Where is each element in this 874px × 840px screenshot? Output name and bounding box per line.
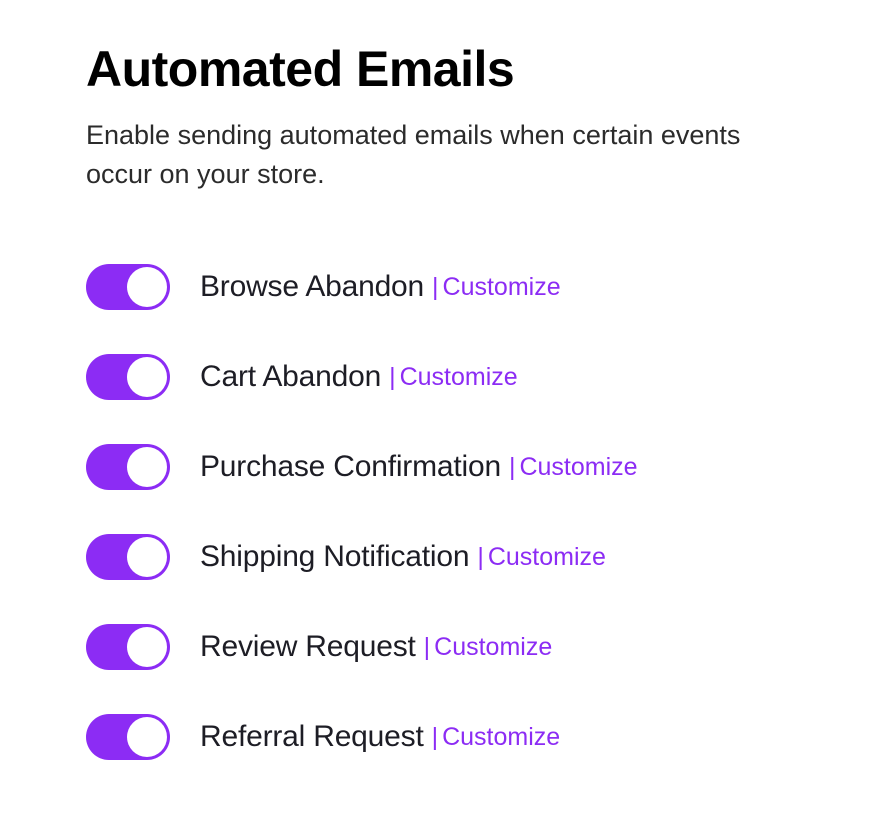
toggle-row-referral-request: Referral Request | Customize: [86, 714, 788, 760]
toggle-knob: [127, 717, 167, 757]
toggle-knob: [127, 447, 167, 487]
toggle-label: Review Request: [200, 630, 416, 664]
toggle-switch[interactable]: [86, 444, 170, 490]
customize-link[interactable]: Customize: [443, 273, 561, 302]
toggle-switch[interactable]: [86, 624, 170, 670]
separator: |: [424, 633, 431, 662]
toggle-label: Cart Abandon: [200, 360, 381, 394]
toggle-switch[interactable]: [86, 354, 170, 400]
separator: |: [389, 363, 396, 392]
toggle-row-browse-abandon: Browse Abandon | Customize: [86, 264, 788, 310]
toggle-knob: [127, 537, 167, 577]
toggle-row-review-request: Review Request | Customize: [86, 624, 788, 670]
toggle-knob: [127, 627, 167, 667]
page-subtitle: Enable sending automated emails when cer…: [86, 116, 788, 194]
toggle-row-shipping-notification: Shipping Notification | Customize: [86, 534, 788, 580]
toggle-label: Shipping Notification: [200, 540, 469, 574]
toggle-switch[interactable]: [86, 534, 170, 580]
toggle-switch[interactable]: [86, 264, 170, 310]
toggle-row-purchase-confirmation: Purchase Confirmation | Customize: [86, 444, 788, 490]
toggle-knob: [127, 357, 167, 397]
automated-emails-list: Browse Abandon | Customize Cart Abandon …: [86, 264, 788, 760]
toggle-switch[interactable]: [86, 714, 170, 760]
customize-link[interactable]: Customize: [400, 363, 518, 392]
customize-link[interactable]: Customize: [488, 543, 606, 572]
customize-link[interactable]: Customize: [519, 453, 637, 482]
customize-link[interactable]: Customize: [442, 723, 560, 752]
toggle-label: Referral Request: [200, 720, 424, 754]
customize-link[interactable]: Customize: [434, 633, 552, 662]
separator: |: [432, 723, 439, 752]
separator: |: [432, 273, 439, 302]
toggle-label: Purchase Confirmation: [200, 450, 501, 484]
separator: |: [509, 453, 516, 482]
toggle-knob: [127, 267, 167, 307]
toggle-row-cart-abandon: Cart Abandon | Customize: [86, 354, 788, 400]
toggle-label: Browse Abandon: [200, 270, 424, 304]
separator: |: [477, 543, 484, 572]
page-title: Automated Emails: [86, 40, 788, 98]
